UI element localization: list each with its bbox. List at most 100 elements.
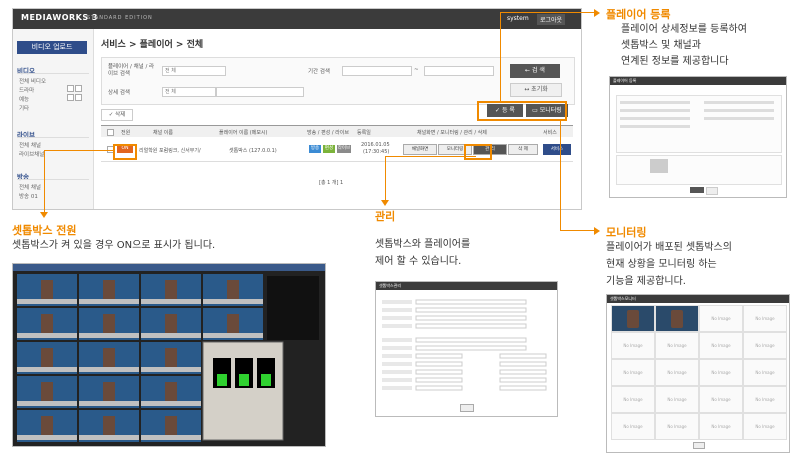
period-separator: ~ — [414, 67, 419, 73]
connector-line — [560, 119, 561, 230]
register-time: (17:30:45) — [363, 149, 390, 155]
callout-manage-line: 제어 할 수 있습니다. — [375, 256, 462, 267]
tv-tile — [79, 308, 139, 340]
service-button[interactable]: 서비스 — [543, 144, 571, 155]
pagination[interactable]: [총 1 개] 1 — [319, 179, 343, 186]
side-panel — [267, 276, 319, 340]
form-label — [382, 362, 412, 366]
tv-tile — [17, 274, 77, 306]
register-date: 2016.01.05 — [361, 142, 390, 148]
divider — [17, 179, 89, 180]
column-header: 서비스 — [543, 130, 557, 136]
delete-icon[interactable] — [75, 94, 82, 101]
close-button — [460, 404, 474, 412]
live-badge: 라이브 — [337, 145, 351, 153]
period-end-input[interactable] — [424, 66, 494, 76]
logout-button[interactable]: 로그아웃 — [537, 14, 566, 25]
app-edition: STANDARD EDITION — [87, 15, 153, 21]
tv-tile — [17, 376, 77, 408]
arrow-right-icon — [594, 9, 600, 17]
monitor-cell: No Image — [699, 305, 743, 332]
search-button[interactable]: ← 검 색 — [510, 64, 560, 78]
form-row — [620, 101, 690, 104]
form-field — [499, 353, 547, 359]
tv-tile — [17, 342, 77, 374]
form-label — [382, 370, 412, 374]
callout-register-line: 연계된 정보를 제공합니다 — [621, 56, 729, 67]
form-row — [620, 109, 690, 112]
row-delete-button[interactable]: 삭 제 — [508, 144, 538, 155]
connector-line — [385, 156, 386, 200]
sidebar-item[interactable]: 전체 채널 — [19, 183, 41, 191]
manage-form — [382, 299, 547, 391]
form-field — [415, 315, 527, 321]
search-field-label: 플레이어 / 채널 / 라이브 검색 — [108, 64, 155, 77]
tv-tile — [141, 376, 201, 408]
sidebar-item[interactable]: 드라마 — [19, 86, 34, 94]
form-label — [382, 316, 412, 320]
meter-bar — [217, 374, 227, 386]
form-row — [704, 109, 774, 112]
sidebar-item[interactable]: 기타 — [19, 104, 29, 112]
manage-highlight — [464, 144, 492, 160]
sidebar-item[interactable]: 방송 01 — [19, 192, 38, 200]
search-type-select[interactable]: 전 체 — [162, 66, 226, 76]
monitoring-dialog-thumbnail: 셋톱박스모니터 No Image No Image No Image No Image… — [606, 294, 790, 453]
video-upload-button[interactable]: 비디오 업로드 — [17, 41, 87, 54]
tv-tile — [141, 410, 201, 442]
form-field — [415, 361, 463, 367]
delete-button[interactable]: ✓ 삭제 — [101, 109, 133, 121]
form-field — [415, 385, 463, 391]
edit-icon[interactable] — [67, 94, 74, 101]
table-row[interactable]: ON 리얼학원 포럼링크, 신서무기/ 셋톱박스 (127.0.0.1) 방송 … — [101, 137, 573, 162]
divider — [17, 73, 89, 74]
select-all-checkbox[interactable] — [107, 129, 114, 136]
monitor-cell — [611, 305, 655, 332]
meter-bar — [239, 374, 249, 386]
monitor-cell: No Image — [743, 305, 787, 332]
form-field — [499, 385, 547, 391]
monitor-cell — [655, 305, 699, 332]
tv-tile — [79, 410, 139, 442]
column-header: 전원 — [121, 130, 131, 136]
form-field — [415, 353, 463, 359]
reset-button[interactable]: ↔ 초기화 — [510, 83, 562, 97]
form-field — [415, 299, 527, 305]
arrow-down-icon — [381, 200, 389, 206]
detail-search-select[interactable]: 전 체 — [162, 87, 216, 97]
callout-monitor-line: 플레이어가 배포된 셋톱박스의 — [606, 242, 732, 253]
delete-icon[interactable] — [75, 85, 82, 92]
form-row — [704, 117, 774, 120]
form-field — [499, 361, 547, 367]
monitor-cell: No Image — [699, 413, 743, 440]
form-label — [382, 338, 412, 342]
form-row — [620, 125, 690, 128]
form-label — [382, 354, 412, 358]
form-label — [382, 300, 412, 304]
tv-tile — [141, 274, 201, 306]
close-button — [693, 442, 705, 449]
monitor-cell: No Image — [611, 359, 655, 386]
cancel-button — [706, 187, 718, 195]
manage-dialog-thumbnail: 셋톱박스관리 — [375, 281, 558, 417]
form-field — [415, 369, 463, 375]
channel-name: 리얼학원 포럼링크, 신서무기/ — [139, 148, 201, 154]
detail-search-label: 상세 검색 — [108, 90, 130, 96]
period-start-input[interactable] — [342, 66, 412, 76]
channel-screen-button[interactable]: 채널화면 — [403, 144, 437, 155]
callout-register-title: 플레이어 등록 — [606, 8, 671, 21]
tv-tile — [17, 410, 77, 442]
connector-line — [500, 12, 501, 101]
sidebar: 비디오 업로드 비디오 전체 비디오 드라마 예능 기타 라이브 전체 채널 라… — [13, 29, 94, 209]
save-button — [690, 187, 704, 193]
sidebar-item[interactable]: 라이브채널 — [19, 150, 44, 158]
edit-icon[interactable] — [67, 85, 74, 92]
settop-screen-thumbnail — [12, 263, 326, 447]
callout-manage-title: 관리 — [375, 210, 396, 223]
sidebar-item[interactable]: 전체 비디오 — [19, 77, 46, 85]
overlay-window — [202, 341, 284, 441]
sidebar-item[interactable]: 전체 채널 — [19, 141, 41, 149]
sidebar-item[interactable]: 예능 — [19, 95, 29, 103]
form-row — [620, 117, 690, 120]
detail-search-input[interactable] — [216, 87, 304, 97]
